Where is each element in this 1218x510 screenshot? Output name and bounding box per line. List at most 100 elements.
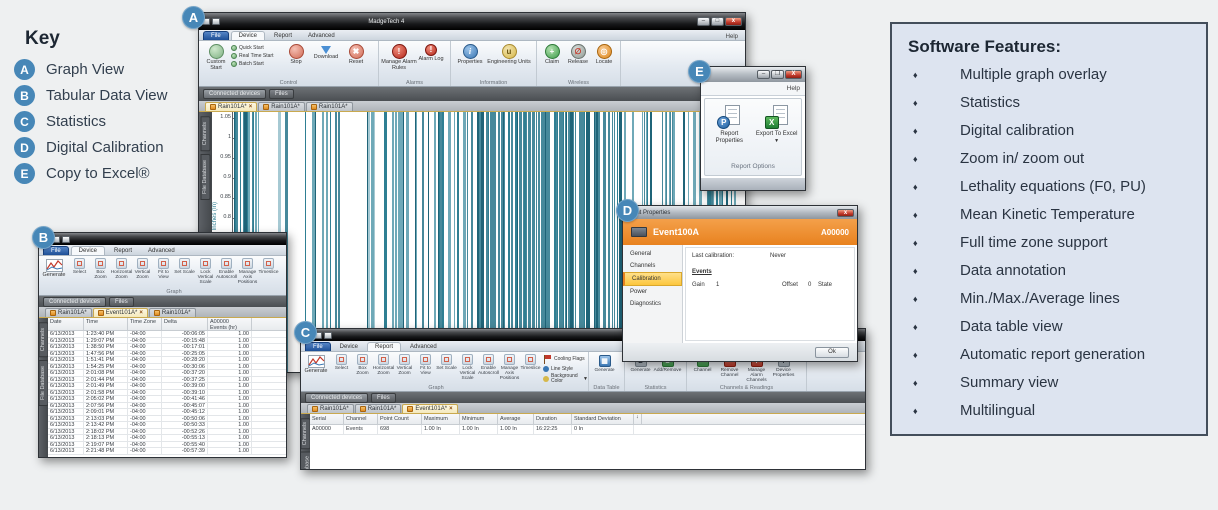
ribbon-tab-advanced[interactable]: Advanced bbox=[141, 247, 182, 255]
ribbon-tab-advanced[interactable]: Advanced bbox=[301, 32, 342, 40]
channels-side-tab[interactable]: Channels bbox=[301, 418, 310, 449]
maximize-button[interactable]: □ bbox=[711, 17, 724, 26]
locate-button[interactable]: ◎ Locate bbox=[591, 42, 617, 66]
column-header[interactable]: Maximum bbox=[422, 414, 460, 424]
close-tab-icon[interactable]: × bbox=[139, 310, 143, 316]
nav-item-general[interactable]: General bbox=[623, 248, 682, 260]
ribbon-tab-file[interactable]: File bbox=[203, 31, 229, 40]
table-row[interactable]: 6/13/20132:21:48 PM-04:00-00:57:391.00 bbox=[48, 448, 286, 455]
document-tab[interactable]: Rain101A* bbox=[307, 404, 354, 413]
cell: 6/13/2013 bbox=[48, 338, 84, 344]
line-style-button[interactable]: Line Style bbox=[543, 366, 588, 372]
titlebar[interactable] bbox=[39, 233, 286, 245]
minimize-button[interactable]: – bbox=[757, 70, 770, 79]
file-database-side-tab[interactable]: File Database bbox=[39, 360, 48, 406]
document-tab[interactable]: Rain101A* bbox=[149, 308, 196, 317]
document-tab[interactable]: Event101A*× bbox=[402, 404, 457, 413]
titlebar[interactable]: MadgeTech 4 – □ x bbox=[199, 13, 745, 30]
column-header[interactable]: Point Count bbox=[378, 414, 422, 424]
stats-row[interactable]: A00000Events6981.00 In1.00 In1.00 In16:2… bbox=[310, 425, 865, 435]
column-header[interactable]: Date bbox=[48, 318, 84, 330]
file-database-side-tab[interactable]: File Database bbox=[201, 154, 211, 200]
column-header[interactable]: Minimum bbox=[460, 414, 498, 424]
restore-button[interactable]: ❐ bbox=[771, 70, 784, 79]
document-tab[interactable]: Rain101A* bbox=[45, 308, 92, 317]
batch-start-button[interactable]: Batch Start bbox=[231, 61, 281, 67]
claim-button[interactable]: + Claim bbox=[539, 42, 565, 66]
generate-button[interactable]: Generate bbox=[39, 256, 69, 295]
report-properties-button[interactable]: P Report Properties bbox=[706, 105, 752, 145]
files-tab[interactable]: Files bbox=[109, 297, 134, 307]
ribbon-tab-report[interactable]: Report bbox=[107, 247, 139, 255]
ribbon-tab-device[interactable]: Device bbox=[231, 31, 265, 40]
column-header[interactable]: Delta bbox=[162, 318, 208, 330]
column-header[interactable]: Average bbox=[498, 414, 534, 424]
column-header[interactable]: Channel bbox=[344, 414, 378, 424]
real-time-start-button[interactable]: Real Time Start bbox=[231, 53, 281, 59]
engineering-units-button[interactable]: u Engineering Units bbox=[487, 42, 531, 66]
ribbon-tab-device[interactable]: Device bbox=[71, 246, 105, 255]
custom-start-button[interactable]: Custom Start bbox=[201, 42, 231, 71]
close-button[interactable]: x bbox=[837, 209, 854, 217]
minimize-button[interactable]: – bbox=[697, 17, 710, 26]
ribbon-tab-report[interactable]: Report bbox=[367, 342, 401, 351]
stop-button[interactable]: Stop bbox=[281, 42, 311, 66]
column-header[interactable]: A00000Events (hr) bbox=[208, 318, 252, 330]
document-tab[interactable]: Event101A*× bbox=[93, 308, 148, 317]
channels-side-tab[interactable]: Channels bbox=[39, 322, 48, 357]
cell: 1.00 bbox=[208, 370, 252, 376]
files-tab[interactable]: Files bbox=[371, 393, 396, 403]
document-tab[interactable]: Rain101A*× bbox=[205, 102, 257, 111]
ribbon-tab-device[interactable]: Device bbox=[333, 343, 365, 351]
document-tab[interactable]: Rain101A* bbox=[355, 404, 402, 413]
close-button[interactable]: X bbox=[785, 70, 802, 79]
ribbon-tab-report[interactable]: Report bbox=[267, 32, 299, 40]
close-tab-icon[interactable]: × bbox=[249, 104, 253, 110]
document-tab[interactable]: Rain101A* bbox=[258, 102, 305, 111]
file-icon bbox=[50, 310, 56, 316]
titlebar[interactable]: Event Properties x bbox=[623, 206, 857, 219]
quick-start-button[interactable]: Quick Start bbox=[231, 45, 281, 51]
save-icon[interactable] bbox=[212, 18, 220, 25]
nav-item-power[interactable]: Power bbox=[623, 286, 682, 298]
print-icon[interactable] bbox=[324, 332, 332, 339]
document-tab[interactable]: Rain101A* bbox=[306, 102, 353, 111]
generate-data-table-button[interactable]: ▦ Generate bbox=[591, 353, 618, 373]
close-button[interactable]: x bbox=[725, 17, 742, 26]
reset-button[interactable]: ✖ Reset bbox=[341, 42, 371, 66]
files-tab[interactable]: Files bbox=[269, 89, 294, 99]
help-link[interactable]: Help bbox=[726, 34, 741, 40]
download-button[interactable]: Download bbox=[311, 42, 341, 61]
gain-value[interactable]: 1 bbox=[716, 282, 719, 288]
column-header[interactable]: Standard Deviation bbox=[572, 414, 634, 424]
cell: 1:38:50 PM bbox=[84, 344, 128, 350]
manage-alarm-rules-button[interactable]: ! Manage Alarm Rules bbox=[381, 42, 417, 71]
ribbon-tab-advanced[interactable]: Advanced bbox=[403, 343, 444, 351]
column-header[interactable]: Time Zone bbox=[128, 318, 162, 330]
alarm-log-button[interactable]: ! Alarm Log bbox=[417, 42, 445, 63]
channels-side-tab[interactable]: Channels bbox=[201, 116, 211, 151]
column-header[interactable]: Time bbox=[84, 318, 128, 330]
ok-button[interactable]: Ok bbox=[815, 347, 849, 358]
connected-devices-tab[interactable]: Connected devices bbox=[43, 297, 106, 307]
cooling-flags-button[interactable]: Cooling Flags bbox=[543, 355, 588, 364]
release-button[interactable]: ∅ Release bbox=[565, 42, 591, 66]
export-to-excel-button[interactable]: X Export To Excel ▼ bbox=[754, 105, 800, 145]
properties-button[interactable]: i Properties bbox=[453, 42, 487, 66]
cell: 698 bbox=[378, 425, 422, 434]
sort-icon[interactable]: ↓ bbox=[634, 414, 642, 424]
offset-value[interactable]: 0 bbox=[808, 282, 811, 288]
help-link[interactable]: Help bbox=[787, 85, 800, 92]
nav-item-calibration[interactable]: Calibration bbox=[623, 272, 682, 286]
column-header[interactable]: Serial bbox=[310, 414, 344, 424]
nav-item-channels[interactable]: Channels bbox=[623, 260, 682, 272]
titlebar[interactable]: – ❐ X bbox=[701, 67, 805, 82]
background-color-button[interactable]: Background Color ▼ bbox=[543, 374, 588, 384]
print-icon[interactable] bbox=[62, 236, 70, 243]
generate-button[interactable]: Generate bbox=[301, 352, 331, 391]
close-tab-icon[interactable]: × bbox=[449, 406, 453, 412]
connected-devices-tab[interactable]: Connected devices bbox=[305, 393, 368, 403]
column-header[interactable]: Duration bbox=[534, 414, 572, 424]
nav-item-diagnostics[interactable]: Diagnostics bbox=[623, 298, 682, 310]
connected-devices-tab[interactable]: Connected devices bbox=[203, 89, 266, 99]
